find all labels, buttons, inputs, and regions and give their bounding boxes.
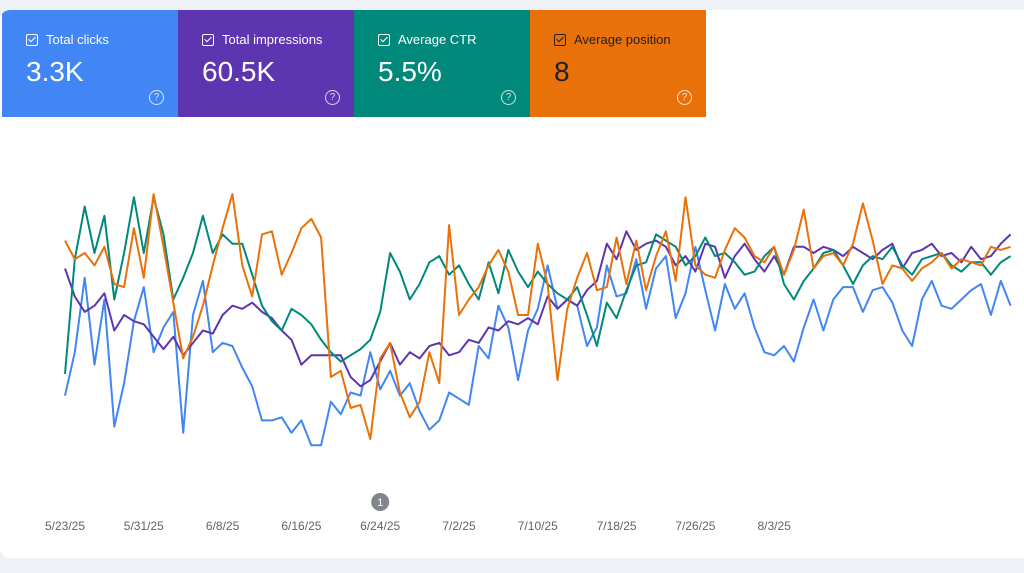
x-tick-label: 6/24/25	[360, 519, 400, 533]
series-line-total-clicks	[64, 245, 1012, 447]
x-tick-label: 7/10/25	[518, 519, 558, 533]
chart-annotation[interactable]: 1	[371, 493, 390, 511]
x-tick-label: 8/3/25	[758, 519, 792, 533]
chart-lines	[64, 193, 1012, 447]
x-tick-label: 7/2/25	[442, 519, 476, 533]
x-axis-ticks: 5/23/25 5/31/25 6/8/25 6/16/25 6/24/25 7/2/25…	[45, 519, 791, 533]
performance-panel: Total clicks 3.3K ? Total impressions 60…	[0, 10, 1024, 558]
x-tick-label: 7/18/25	[597, 519, 637, 533]
performance-chart[interactable]: 1 5/23/25 5/31/25 6/8/25 6/16/25 6/24/25 7/2/…	[0, 10, 1024, 558]
x-tick-label: 7/26/25	[675, 519, 715, 533]
annotation-label: 1	[377, 497, 383, 509]
x-tick-label: 5/31/25	[124, 519, 164, 533]
x-tick-label: 5/23/25	[45, 519, 85, 533]
x-tick-label: 6/8/25	[206, 519, 240, 533]
x-tick-label: 6/16/25	[281, 519, 321, 533]
